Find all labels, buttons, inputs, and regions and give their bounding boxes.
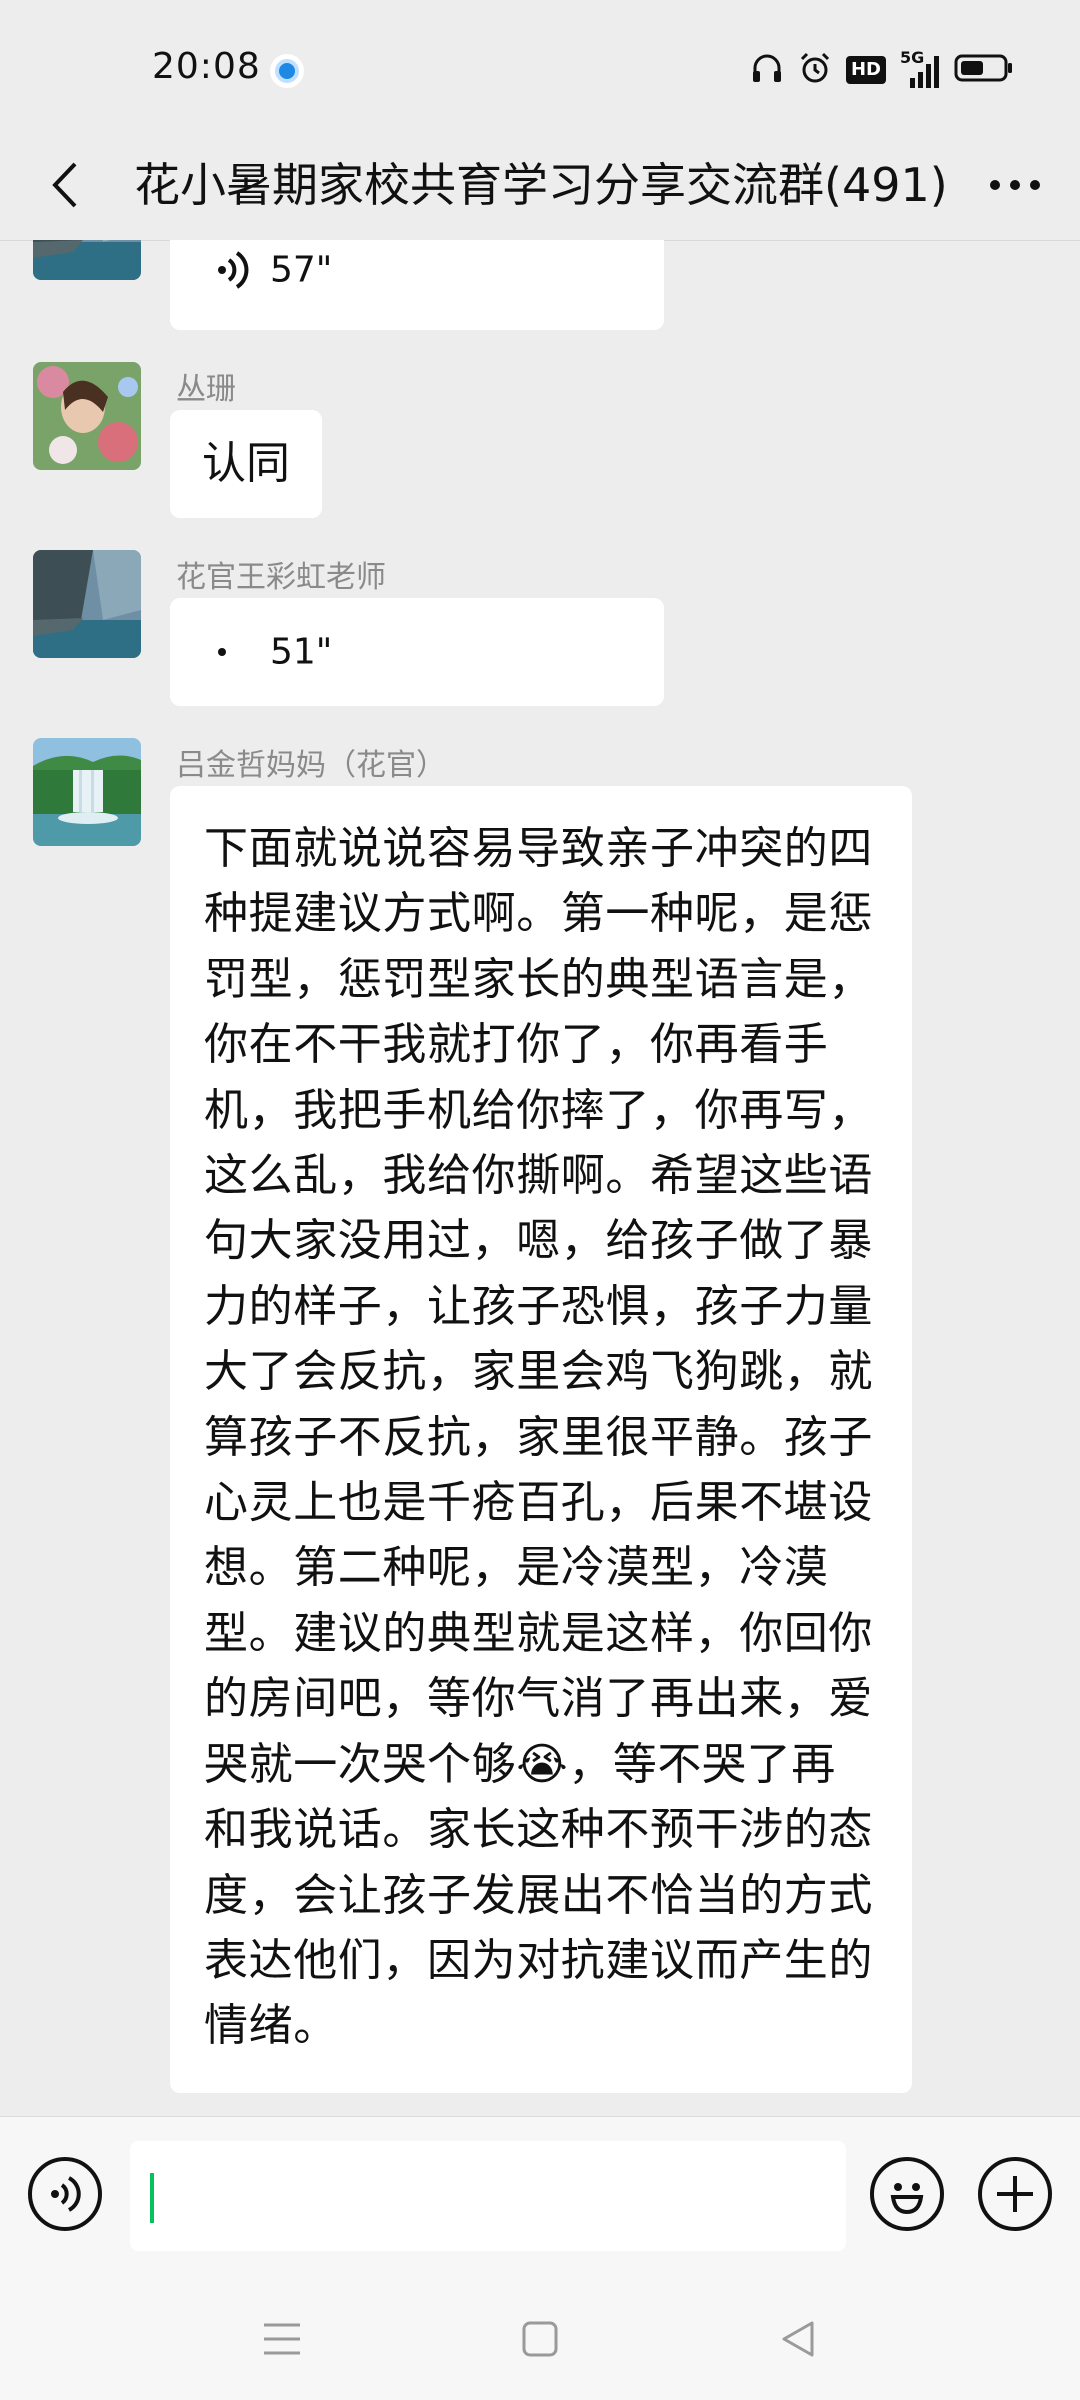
text-message-bubble[interactable]: 下面就说说容易导致亲子冲突的四种提建议方式啊。第一种呢，是惩罚型，惩罚型家长的典… bbox=[170, 786, 912, 2093]
alarm-icon bbox=[798, 51, 832, 89]
headphones-icon bbox=[750, 51, 784, 89]
signal-icon: 5G bbox=[900, 50, 940, 88]
avatar[interactable] bbox=[33, 362, 141, 470]
voice-message-bubble[interactable]: 57" bbox=[170, 240, 664, 330]
voice-wave-icon bbox=[218, 251, 249, 289]
text-caret bbox=[150, 2173, 154, 2223]
message-input[interactable] bbox=[130, 2141, 846, 2251]
hd-icon: HD bbox=[845, 56, 886, 84]
plus-icon bbox=[997, 2176, 1033, 2212]
back-triangle-icon bbox=[782, 2321, 814, 2357]
menu-icon bbox=[264, 2323, 300, 2355]
home-icon bbox=[522, 2321, 558, 2357]
voice-message-bubble[interactable]: 51" bbox=[170, 598, 664, 706]
more-button[interactable] bbox=[980, 150, 1050, 220]
avatar[interactable] bbox=[33, 738, 141, 846]
status-time: 20:08 bbox=[152, 46, 261, 87]
voice-duration: 57" bbox=[270, 249, 333, 291]
location-dot-icon bbox=[270, 54, 304, 88]
message-text: 下面就说说容易导致亲子冲突的四种提建议方式啊。第一种呢，是惩罚型，惩罚型家长的典… bbox=[204, 823, 873, 1790]
voice-input-icon bbox=[51, 2176, 81, 2212]
cliff-lake-avatar bbox=[33, 550, 141, 658]
flowers-avatar bbox=[33, 362, 141, 470]
group-title: 花小暑期家校共育学习分享交流群(491) bbox=[134, 158, 948, 212]
input-bar bbox=[0, 2116, 1080, 2277]
emoji-icon bbox=[890, 2183, 924, 2215]
system-navigation-bar bbox=[0, 2276, 1080, 2400]
home-button[interactable] bbox=[510, 2314, 570, 2364]
cliff-lake-avatar bbox=[33, 240, 141, 280]
avatar[interactable] bbox=[33, 240, 141, 280]
voice-duration: 51" bbox=[270, 631, 333, 673]
emoji-button[interactable] bbox=[870, 2157, 944, 2231]
sender-name: 丛珊 bbox=[176, 372, 236, 407]
text-message-bubble[interactable]: 认同 bbox=[170, 410, 322, 518]
more-functions-button[interactable] bbox=[978, 2157, 1052, 2231]
back-button[interactable] bbox=[30, 150, 100, 220]
more-dots-icon bbox=[990, 180, 1040, 190]
menu-button[interactable] bbox=[252, 2314, 312, 2364]
sender-name: 花官王彩虹老师 bbox=[176, 560, 386, 595]
avatar[interactable] bbox=[33, 550, 141, 658]
voice-input-button[interactable] bbox=[28, 2157, 102, 2231]
loudly-crying-emoji: 😭 bbox=[516, 1738, 569, 1790]
voice-wave-icon bbox=[218, 648, 226, 656]
status-icons: HD 5G bbox=[750, 50, 1014, 90]
back-nav-button[interactable] bbox=[768, 2314, 828, 2364]
chat-area[interactable]: 57" 丛珊 认同 花官王彩虹老师 51" 吕金哲妈妈（花官） 下面就说说容易导… bbox=[0, 240, 1080, 2116]
status-bar: 20:08 HD 5G bbox=[0, 0, 1080, 130]
chevron-left-icon bbox=[52, 162, 77, 208]
sender-name: 吕金哲妈妈（花官） bbox=[176, 748, 446, 783]
battery-icon bbox=[954, 53, 1014, 87]
waterfall-avatar bbox=[33, 738, 141, 846]
chat-header: 花小暑期家校共育学习分享交流群(491) bbox=[0, 130, 1080, 241]
